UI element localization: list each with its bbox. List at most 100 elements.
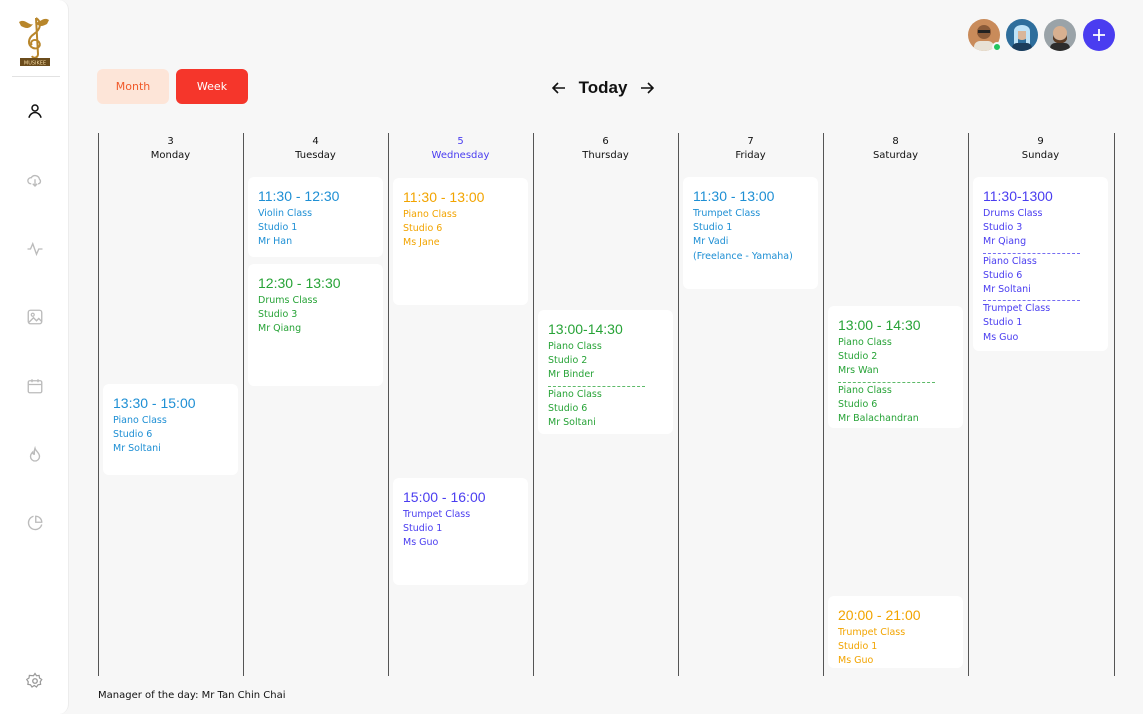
column-divider: [98, 133, 99, 676]
avatar[interactable]: [1044, 19, 1076, 51]
event-class: Piano Class: [548, 388, 602, 400]
event-studio: Studio 6: [838, 398, 878, 410]
image-icon: [27, 309, 43, 325]
calendar-icon: [27, 379, 43, 394]
sidebar-item-trending[interactable]: [24, 444, 46, 466]
user-photo-icon: [1006, 19, 1038, 51]
previous-week-button[interactable]: [550, 79, 568, 97]
event-card[interactable]: 11:30-1300 Drums Class Studio 3 Mr Qiang…: [973, 177, 1108, 351]
day-header-sunday[interactable]: 9 Sunday: [968, 135, 1113, 163]
event-time: 13:30 - 15:00: [113, 395, 196, 411]
settings-icon: [26, 672, 43, 688]
avatar[interactable]: [968, 19, 1002, 52]
event-time: 11:30 - 13:00: [693, 188, 775, 204]
sidebar-item-gallery[interactable]: [24, 306, 46, 328]
arrow-left-icon: [552, 82, 565, 94]
divider: [12, 76, 60, 77]
event-teacher: Mr Soltani: [548, 417, 596, 429]
arrow-right-icon: [641, 82, 654, 94]
event-time: 13:00-14:30: [548, 321, 623, 337]
event-class: Piano Class: [983, 255, 1037, 267]
sidebar: MUSIKEE: [0, 0, 69, 714]
day-header-wednesday[interactable]: 5 Wednesday: [388, 135, 533, 163]
event-teacher: Mrs Wan: [838, 365, 879, 377]
event-studio: Studio 1: [403, 523, 443, 535]
event-class: Piano Class: [113, 415, 167, 426]
sidebar-item-reports[interactable]: [24, 512, 46, 534]
event-teacher: Mr Balachandran: [838, 413, 919, 425]
sidebar-item-profile[interactable]: [24, 100, 46, 122]
event-class: Trumpet Class: [693, 208, 761, 219]
event-card[interactable]: 13:00 - 14:30 Piano Class Studio 2 Mrs W…: [828, 306, 963, 428]
add-button[interactable]: [1083, 19, 1115, 51]
event-studio: Studio 6: [548, 402, 588, 414]
sidebar-item-activity[interactable]: [24, 238, 46, 260]
day-header-thursday[interactable]: 6 Thursday: [533, 135, 678, 163]
event-note: (Freelance - Yamaha): [693, 250, 793, 262]
event-card[interactable]: 11:30 - 13:00 Piano Class Studio 6 Ms Ja…: [393, 178, 528, 305]
day-header-saturday[interactable]: 8 Saturday: [823, 135, 968, 163]
avatar[interactable]: [1006, 19, 1038, 51]
event-class: Piano Class: [548, 341, 602, 352]
next-week-button[interactable]: [638, 79, 656, 97]
day-name: Wednesday: [431, 150, 490, 161]
event-card[interactable]: 15:00 - 16:00 Trumpet Class Studio 1 Ms …: [393, 478, 528, 585]
day-name: Monday: [150, 150, 191, 161]
event-card[interactable]: 20:00 - 21:00 Trumpet Class Studio 1 Ms …: [828, 596, 963, 668]
day-number: 8: [892, 136, 899, 147]
event-teacher: Mr Han: [258, 236, 293, 248]
event-studio: Studio 1: [838, 641, 878, 653]
sidebar-item-calendar[interactable]: [24, 375, 46, 397]
day-header-monday[interactable]: 3 Monday: [98, 135, 243, 163]
week-view-button[interactable]: Week: [176, 69, 248, 104]
event-teacher: Mr Binder: [548, 369, 595, 381]
event-teacher: Ms Jane: [403, 237, 440, 249]
event-time: 13:00 - 14:30: [838, 317, 921, 333]
event-studio: Studio 1: [258, 222, 298, 234]
event-teacher: Ms Guo: [838, 655, 874, 667]
date-navigation: Today: [550, 76, 656, 100]
event-class: Trumpet Class: [983, 303, 1051, 315]
event-studio: Studio 6: [113, 429, 153, 441]
event-studio: Studio 3: [258, 309, 298, 321]
event-divider: [983, 300, 1080, 302]
day-name: Thursday: [582, 150, 629, 161]
event-class: Trumpet Class: [403, 509, 471, 520]
event-divider: [983, 252, 1080, 254]
event-card[interactable]: 11:30 - 12:30 Violin Class Studio 1 Mr H…: [248, 177, 383, 257]
day-number: 7: [747, 136, 754, 147]
plus-icon: [1093, 29, 1105, 41]
event-teacher: Mr Soltani: [983, 284, 1031, 296]
today-button[interactable]: Today: [579, 78, 628, 98]
event-class: Piano Class: [838, 384, 892, 396]
event-teacher: Mr Qiang: [258, 323, 302, 335]
event-card[interactable]: 11:30 - 13:00 Trumpet Class Studio 1 Mr …: [683, 177, 818, 289]
event-studio: Studio 6: [983, 269, 1023, 281]
sidebar-item-settings[interactable]: [24, 670, 46, 692]
column-divider: [823, 133, 824, 676]
event-card[interactable]: 12:30 - 13:30 Drums Class Studio 3 Mr Qi…: [248, 264, 383, 386]
brand-logo[interactable]: MUSIKEE: [15, 12, 55, 68]
sidebar-item-downloads[interactable]: [24, 169, 46, 191]
event-studio: Studio 1: [693, 222, 733, 234]
event-card[interactable]: 13:00-14:30 Piano Class Studio 2 Mr Bind…: [538, 310, 673, 434]
month-view-button[interactable]: Month: [97, 69, 169, 104]
day-name: Friday: [735, 150, 766, 161]
day-header-tuesday[interactable]: 4 Tuesday: [243, 135, 388, 163]
activity-icon: [27, 241, 43, 257]
event-card[interactable]: 13:30 - 15:00 Piano Class Studio 6 Mr So…: [103, 384, 238, 475]
event-teacher: Ms Guo: [403, 537, 439, 549]
user-photo-icon: [1044, 19, 1076, 51]
user-icon: [28, 104, 42, 118]
day-header-friday[interactable]: 7 Friday: [678, 135, 823, 163]
team-avatars: [968, 19, 1076, 52]
pie-chart-icon: [27, 515, 43, 531]
event-class: Piano Class: [403, 209, 457, 220]
column-divider: [678, 133, 679, 676]
event-studio: Studio 6: [403, 223, 443, 235]
day-name: Sunday: [1021, 150, 1060, 161]
treble-clef-logo-icon: MUSIKEE: [19, 17, 50, 67]
day-number: 4: [312, 136, 319, 147]
day-number: 9: [1037, 136, 1044, 147]
day-number: 6: [602, 136, 609, 147]
